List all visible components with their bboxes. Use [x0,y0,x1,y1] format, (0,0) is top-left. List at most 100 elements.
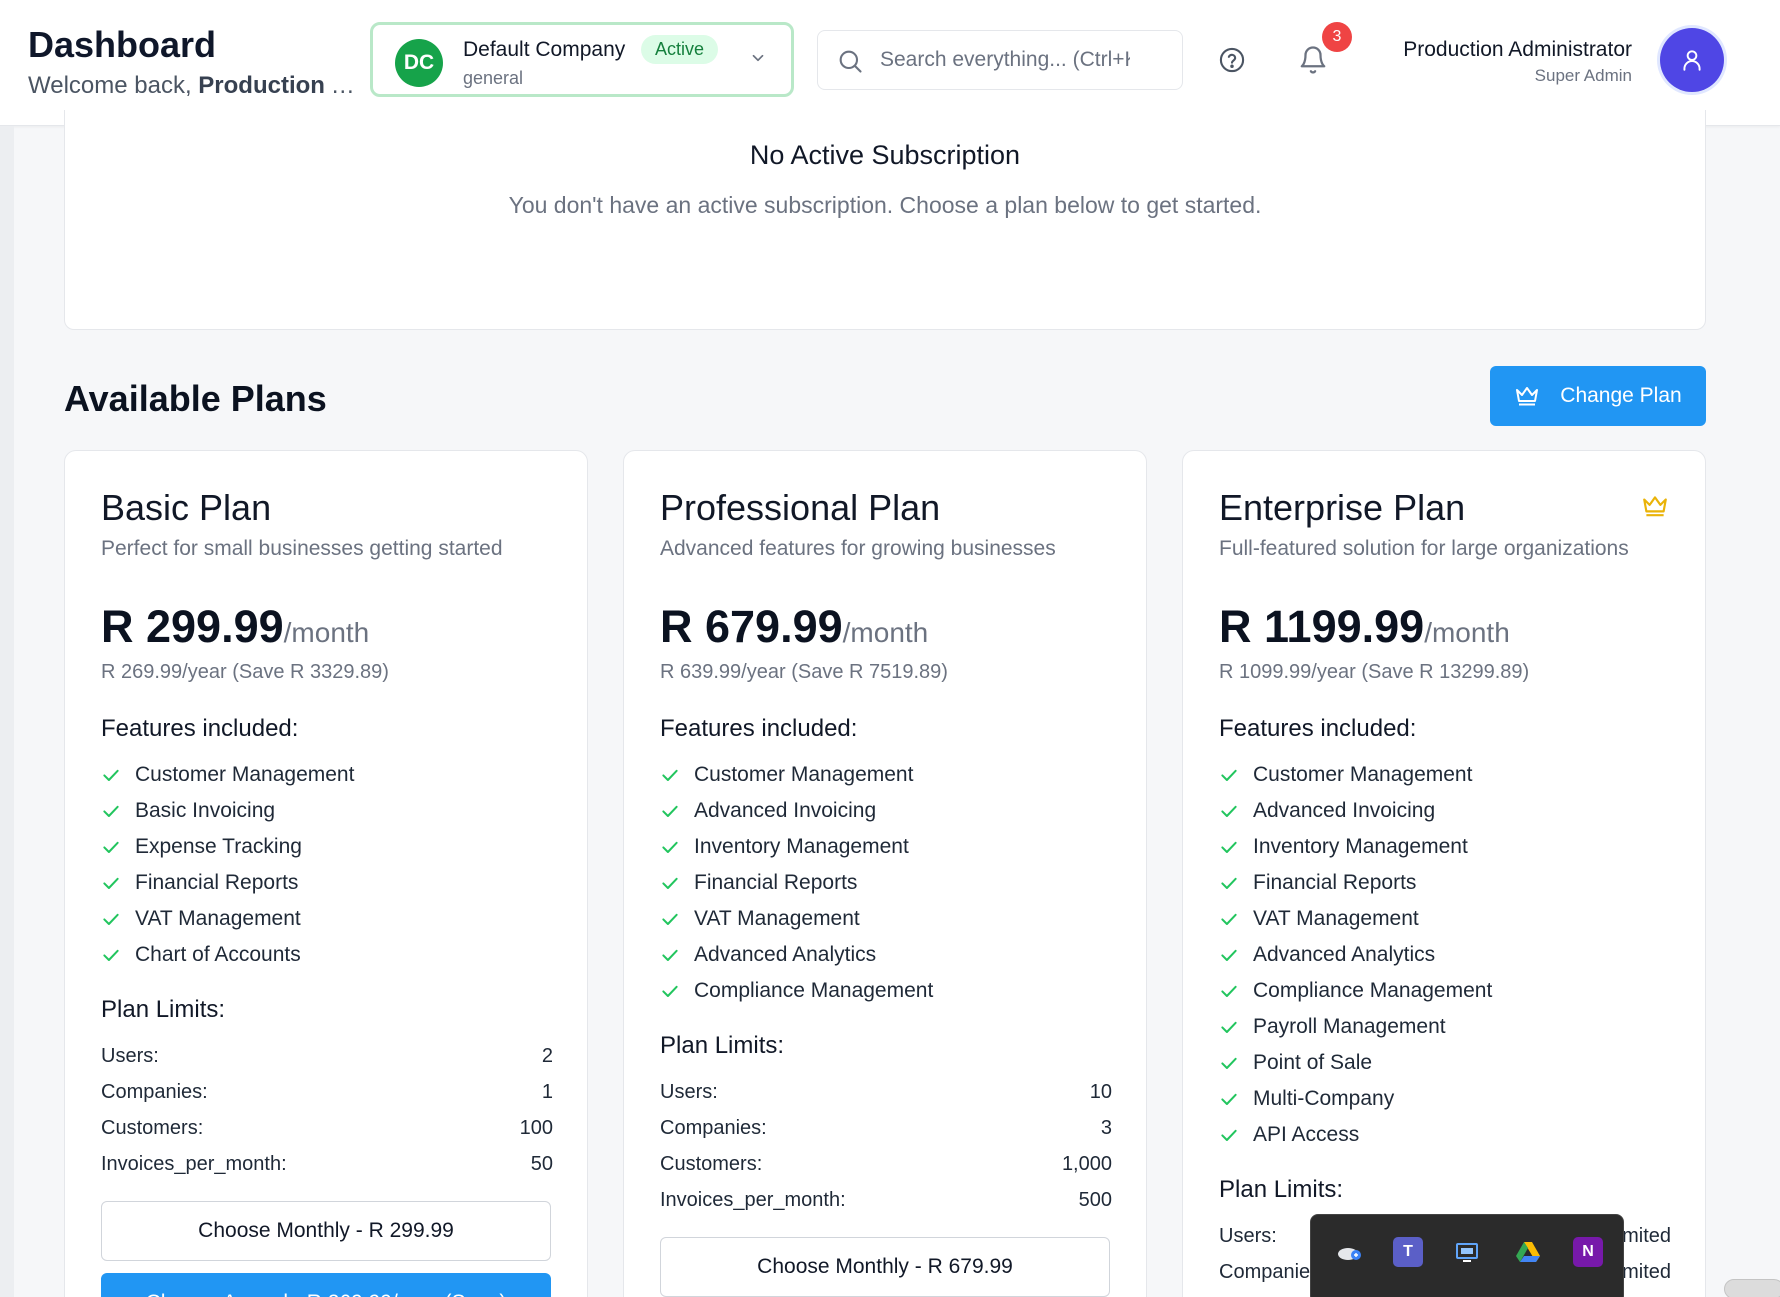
check-icon [1221,877,1237,889]
limit-row: Invoices_per_month: 500 [660,1188,1112,1211]
feature-item: VAT Management [660,901,933,937]
company-subtitle: general [463,68,524,88]
plan-card-basic: Basic Plan Perfect for small businesses … [64,450,588,1297]
choose-annual-button[interactable]: Choose Annual - R 269.99/year (Save) [101,1273,551,1297]
check-icon [662,949,678,961]
feature-item: Payroll Management [1219,1009,1492,1045]
plan-price: R 1199.99/month [1219,601,1510,653]
plan-price-period: /month [283,617,370,648]
choose-monthly-button[interactable]: Choose Monthly - R 679.99 [660,1237,1110,1297]
limit-row: Users: 10 [660,1080,1112,1103]
feature-item: Expense Tracking [101,829,354,865]
plan-price-value: R 1199.99 [1219,601,1425,652]
change-plan-label: Change Plan [1560,384,1682,407]
limits-heading: Plan Limits: [1219,1176,1344,1203]
check-icon [662,769,678,781]
limit-row: Companies: 1 [101,1080,553,1103]
scrollbar-handle[interactable] [1724,1279,1780,1297]
crown-icon [1641,493,1669,524]
notification-bell-icon[interactable] [1298,44,1328,81]
feature-item: VAT Management [101,901,354,937]
user-name: Production Administrator [1403,38,1632,61]
plan-limits: Users: 10 Companies: 3 Customers: 1,000 Inv… [660,1074,1112,1218]
feature-item: Advanced Analytics [1219,937,1492,973]
check-icon [662,841,678,853]
change-plan-button[interactable]: Change Plan [1490,366,1706,426]
feature-item: Customer Management [1219,757,1492,793]
feature-item: Financial Reports [1219,865,1492,901]
plan-yearly-price: R 1099.99/year (Save R 13299.89) [1219,661,1530,683]
plan-yearly-price: R 269.99/year (Save R 3329.89) [101,661,389,683]
feature-item: Financial Reports [101,865,354,901]
page-title: Dashboard [28,24,217,65]
subscription-status-card: No Active Subscription You don't have an… [64,110,1706,330]
features-heading: Features included: [660,715,858,742]
global-search[interactable] [817,30,1183,90]
subscription-title: No Active Subscription [749,140,1021,170]
feature-item: VAT Management [1219,901,1492,937]
plan-name: Enterprise Plan [1219,487,1466,528]
feature-item: Advanced Analytics [660,937,933,973]
check-icon [103,769,119,781]
check-icon [1221,1021,1237,1033]
plan-name: Professional Plan [660,487,941,528]
chevron-down-icon [749,49,767,72]
feature-item: Compliance Management [1219,973,1492,1009]
limits-heading: Plan Limits: [101,996,226,1023]
subscription-message: You don't have an active subscription. C… [508,192,1262,218]
check-icon [662,985,678,997]
check-icon [662,805,678,817]
features-heading: Features included: [1219,715,1417,742]
plan-limits: Users: 2 Companies: 1 Customers: 100 Invoic… [101,1038,553,1182]
limit-row: Customers: 100 [101,1116,553,1139]
teams-icon[interactable]: T [1393,1237,1423,1267]
limit-row: Customers: 1,000 [660,1152,1112,1175]
feature-item: Inventory Management [660,829,933,865]
onenote-icon[interactable]: N [1573,1237,1603,1267]
welcome-text: Welcome back, Production Ad... [28,72,370,100]
plan-price-period: /month [1424,617,1510,648]
check-icon [103,913,119,925]
search-input[interactable] [880,45,1130,75]
google-drive-icon[interactable] [1513,1237,1543,1267]
limits-heading: Plan Limits: [660,1032,785,1059]
check-icon [1221,841,1237,853]
plan-price-period: /month [842,617,929,648]
plan-card-enterprise: Enterprise Plan Full-featured solution f… [1182,450,1706,1297]
system-tray-overflow: T N [1310,1214,1624,1297]
search-icon [836,47,864,80]
check-icon [662,913,678,925]
plan-description: Advanced features for growing businesses [660,537,1056,560]
welcome-prefix: Welcome back, [28,72,199,99]
company-switcher[interactable]: DC Default Company Active general [370,22,794,97]
feature-item: Basic Invoicing [101,793,354,829]
company-avatar: DC [395,39,443,87]
feature-item: Advanced Invoicing [1219,793,1492,829]
feature-item: Advanced Invoicing [660,793,933,829]
check-icon [1221,1057,1237,1069]
feature-item: Multi-Company [1219,1081,1492,1117]
check-icon [1221,949,1237,961]
feature-item: Point of Sale [1219,1045,1492,1081]
choose-monthly-button[interactable]: Choose Monthly - R 299.99 [101,1201,551,1261]
help-icon[interactable] [1218,46,1246,79]
feature-list: Customer Management Basic Invoicing Expe… [101,757,354,973]
plan-price-value: R 679.99 [660,601,843,652]
onedrive-icon[interactable] [1335,1237,1365,1267]
user-role: Super Admin [1534,66,1632,85]
plan-price: R 679.99/month [660,601,928,653]
feature-list: Customer Management Advanced Invoicing I… [1219,757,1492,1153]
check-icon [1221,805,1237,817]
welcome-user-name: Production Ad... [198,72,370,99]
user-avatar[interactable] [1660,28,1724,92]
check-icon [1221,985,1237,997]
check-icon [103,949,119,961]
check-icon [1221,1129,1237,1141]
remote-desktop-icon[interactable] [1453,1237,1483,1267]
check-icon [103,841,119,853]
plan-price-value: R 299.99 [101,601,284,652]
check-icon [103,805,119,817]
feature-item: Financial Reports [660,865,933,901]
feature-item: API Access [1219,1117,1492,1153]
check-icon [1221,1093,1237,1105]
